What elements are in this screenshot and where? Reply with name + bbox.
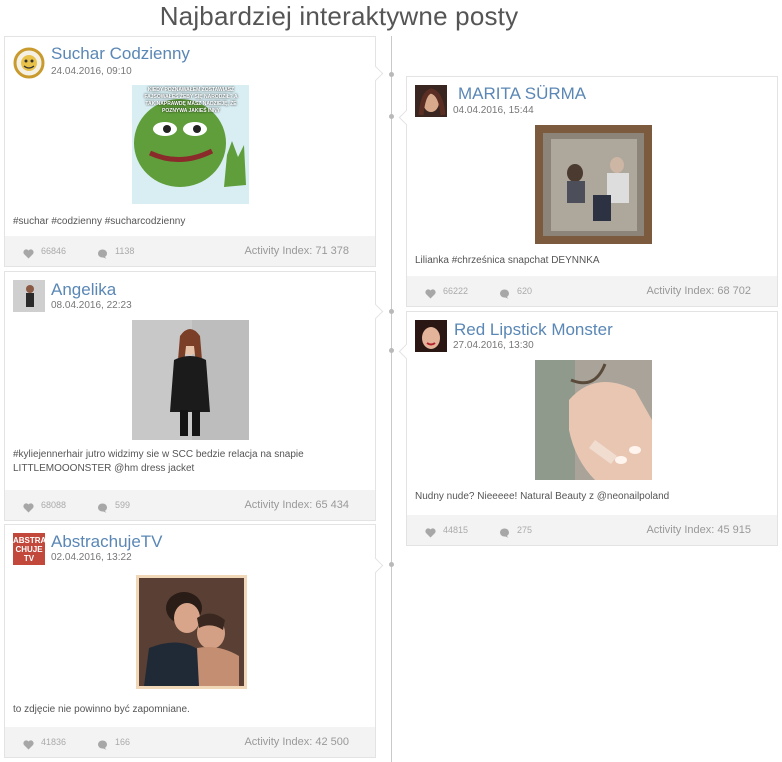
activity-index: Activity Index: 42 500 (244, 736, 349, 748)
post-image[interactable] (535, 360, 652, 480)
like-count: 41836 (41, 737, 67, 747)
author-name[interactable]: Red Lipstick Monster (454, 320, 613, 340)
post-card-red-lipstick-monster: Red Lipstick Monster 27.04.2016, 13:30 N… (398, 311, 778, 546)
comment-count: 620 (517, 286, 533, 296)
post-date: 04.04.2016, 15:44 (453, 105, 534, 116)
heart-icon[interactable] (23, 500, 34, 518)
like-count: 66846 (41, 246, 67, 256)
post-caption: Nudny nude? Nieeeee! Natural Beauty z @n… (415, 491, 670, 502)
post-date: 02.04.2016, 13:22 (51, 552, 132, 563)
post-image[interactable]: KIEDY POZNAWAŁEM ZOSTAWIASZ FAJSOWAŁEŚ Ż… (132, 85, 249, 204)
post-footer: 44815 275 Activity Index: 45 915 (407, 515, 777, 545)
heart-icon[interactable] (425, 525, 436, 543)
heart-icon[interactable] (23, 246, 34, 264)
comment-icon[interactable] (97, 737, 108, 755)
author-name[interactable]: Suchar Codzienny (51, 44, 190, 64)
like-count: 66222 (443, 286, 469, 296)
timeline-dot (389, 72, 394, 77)
post-image[interactable] (535, 125, 652, 244)
like-count: 68088 (41, 500, 67, 510)
post-date: 08.04.2016, 22:23 (51, 300, 132, 311)
page-title: Najbardziej interaktywne posty (159, 1, 519, 31)
post-card-marita-surma: MARITA SÜRMA 04.04.2016, 15:44 Lilianka … (398, 76, 778, 307)
post-image[interactable] (132, 320, 249, 440)
heart-icon[interactable] (425, 286, 436, 304)
avatar[interactable] (13, 280, 45, 312)
timeline-dot (389, 114, 394, 119)
post-card-angelika: Angelika 08.04.2016, 22:23 #kyliejennerh… (4, 271, 384, 521)
post-card-suchar: Suchar Codzienny 24.04.2016, 09:10 KIEDY… (4, 36, 384, 267)
comment-count: 166 (115, 737, 131, 747)
timeline-dot (389, 562, 394, 567)
post-caption: to zdjęcie nie powinno być zapomniane. (13, 704, 190, 715)
comment-count: 1138 (115, 246, 135, 256)
comment-count: 599 (115, 500, 131, 510)
timeline-dot (389, 348, 394, 353)
avatar[interactable] (415, 320, 447, 352)
post-date: 27.04.2016, 13:30 (453, 340, 534, 351)
avatar[interactable] (13, 47, 45, 79)
post-footer: 66846 1138 Activity Index: 71 378 (5, 236, 375, 266)
heart-icon[interactable] (23, 737, 34, 755)
post-footer: 66222 620 Activity Index: 68 702 (407, 276, 777, 306)
activity-index: Activity Index: 68 702 (646, 285, 751, 297)
activity-index: Activity Index: 71 378 (244, 245, 349, 257)
timeline-dot (389, 309, 394, 314)
post-caption: Lilianka #chrześnica snapchat DEYNNKA (415, 255, 600, 266)
post-date: 24.04.2016, 09:10 (51, 66, 132, 77)
like-count: 44815 (443, 525, 469, 535)
post-caption: #kyliejennerhair jutro widzimy sie w SCC… (13, 449, 304, 474)
comment-icon[interactable] (499, 286, 510, 304)
post-caption: #suchar #codzienny #sucharcodzienny (13, 216, 186, 227)
post-image[interactable] (136, 575, 247, 689)
post-footer: 68088 599 Activity Index: 65 434 (5, 490, 375, 520)
post-card-abstrachujetv: ABSTRA CHUJE TV AbstrachujeTV 02.04.2016… (4, 524, 384, 758)
comment-icon[interactable] (499, 525, 510, 543)
activity-index: Activity Index: 65 434 (244, 499, 349, 511)
author-name[interactable]: MARITA SÜRMA (458, 84, 586, 104)
author-name[interactable]: AbstrachujeTV (51, 532, 163, 552)
author-name[interactable]: Angelika (51, 280, 116, 300)
avatar[interactable]: ABSTRA CHUJE TV (13, 533, 45, 565)
comment-count: 275 (517, 525, 533, 535)
comment-icon[interactable] (97, 500, 108, 518)
avatar[interactable] (415, 85, 447, 117)
timeline-line (391, 36, 392, 762)
post-footer: 41836 166 Activity Index: 42 500 (5, 727, 375, 757)
meme-text: KIEDY POZNAWAŁEM ZOSTAWIASZ FAJSOWAŁEŚ Ż… (144, 87, 238, 114)
activity-index: Activity Index: 45 915 (646, 524, 751, 536)
avatar-text: ABSTRA CHUJE TV (13, 533, 45, 565)
comment-icon[interactable] (97, 246, 108, 264)
